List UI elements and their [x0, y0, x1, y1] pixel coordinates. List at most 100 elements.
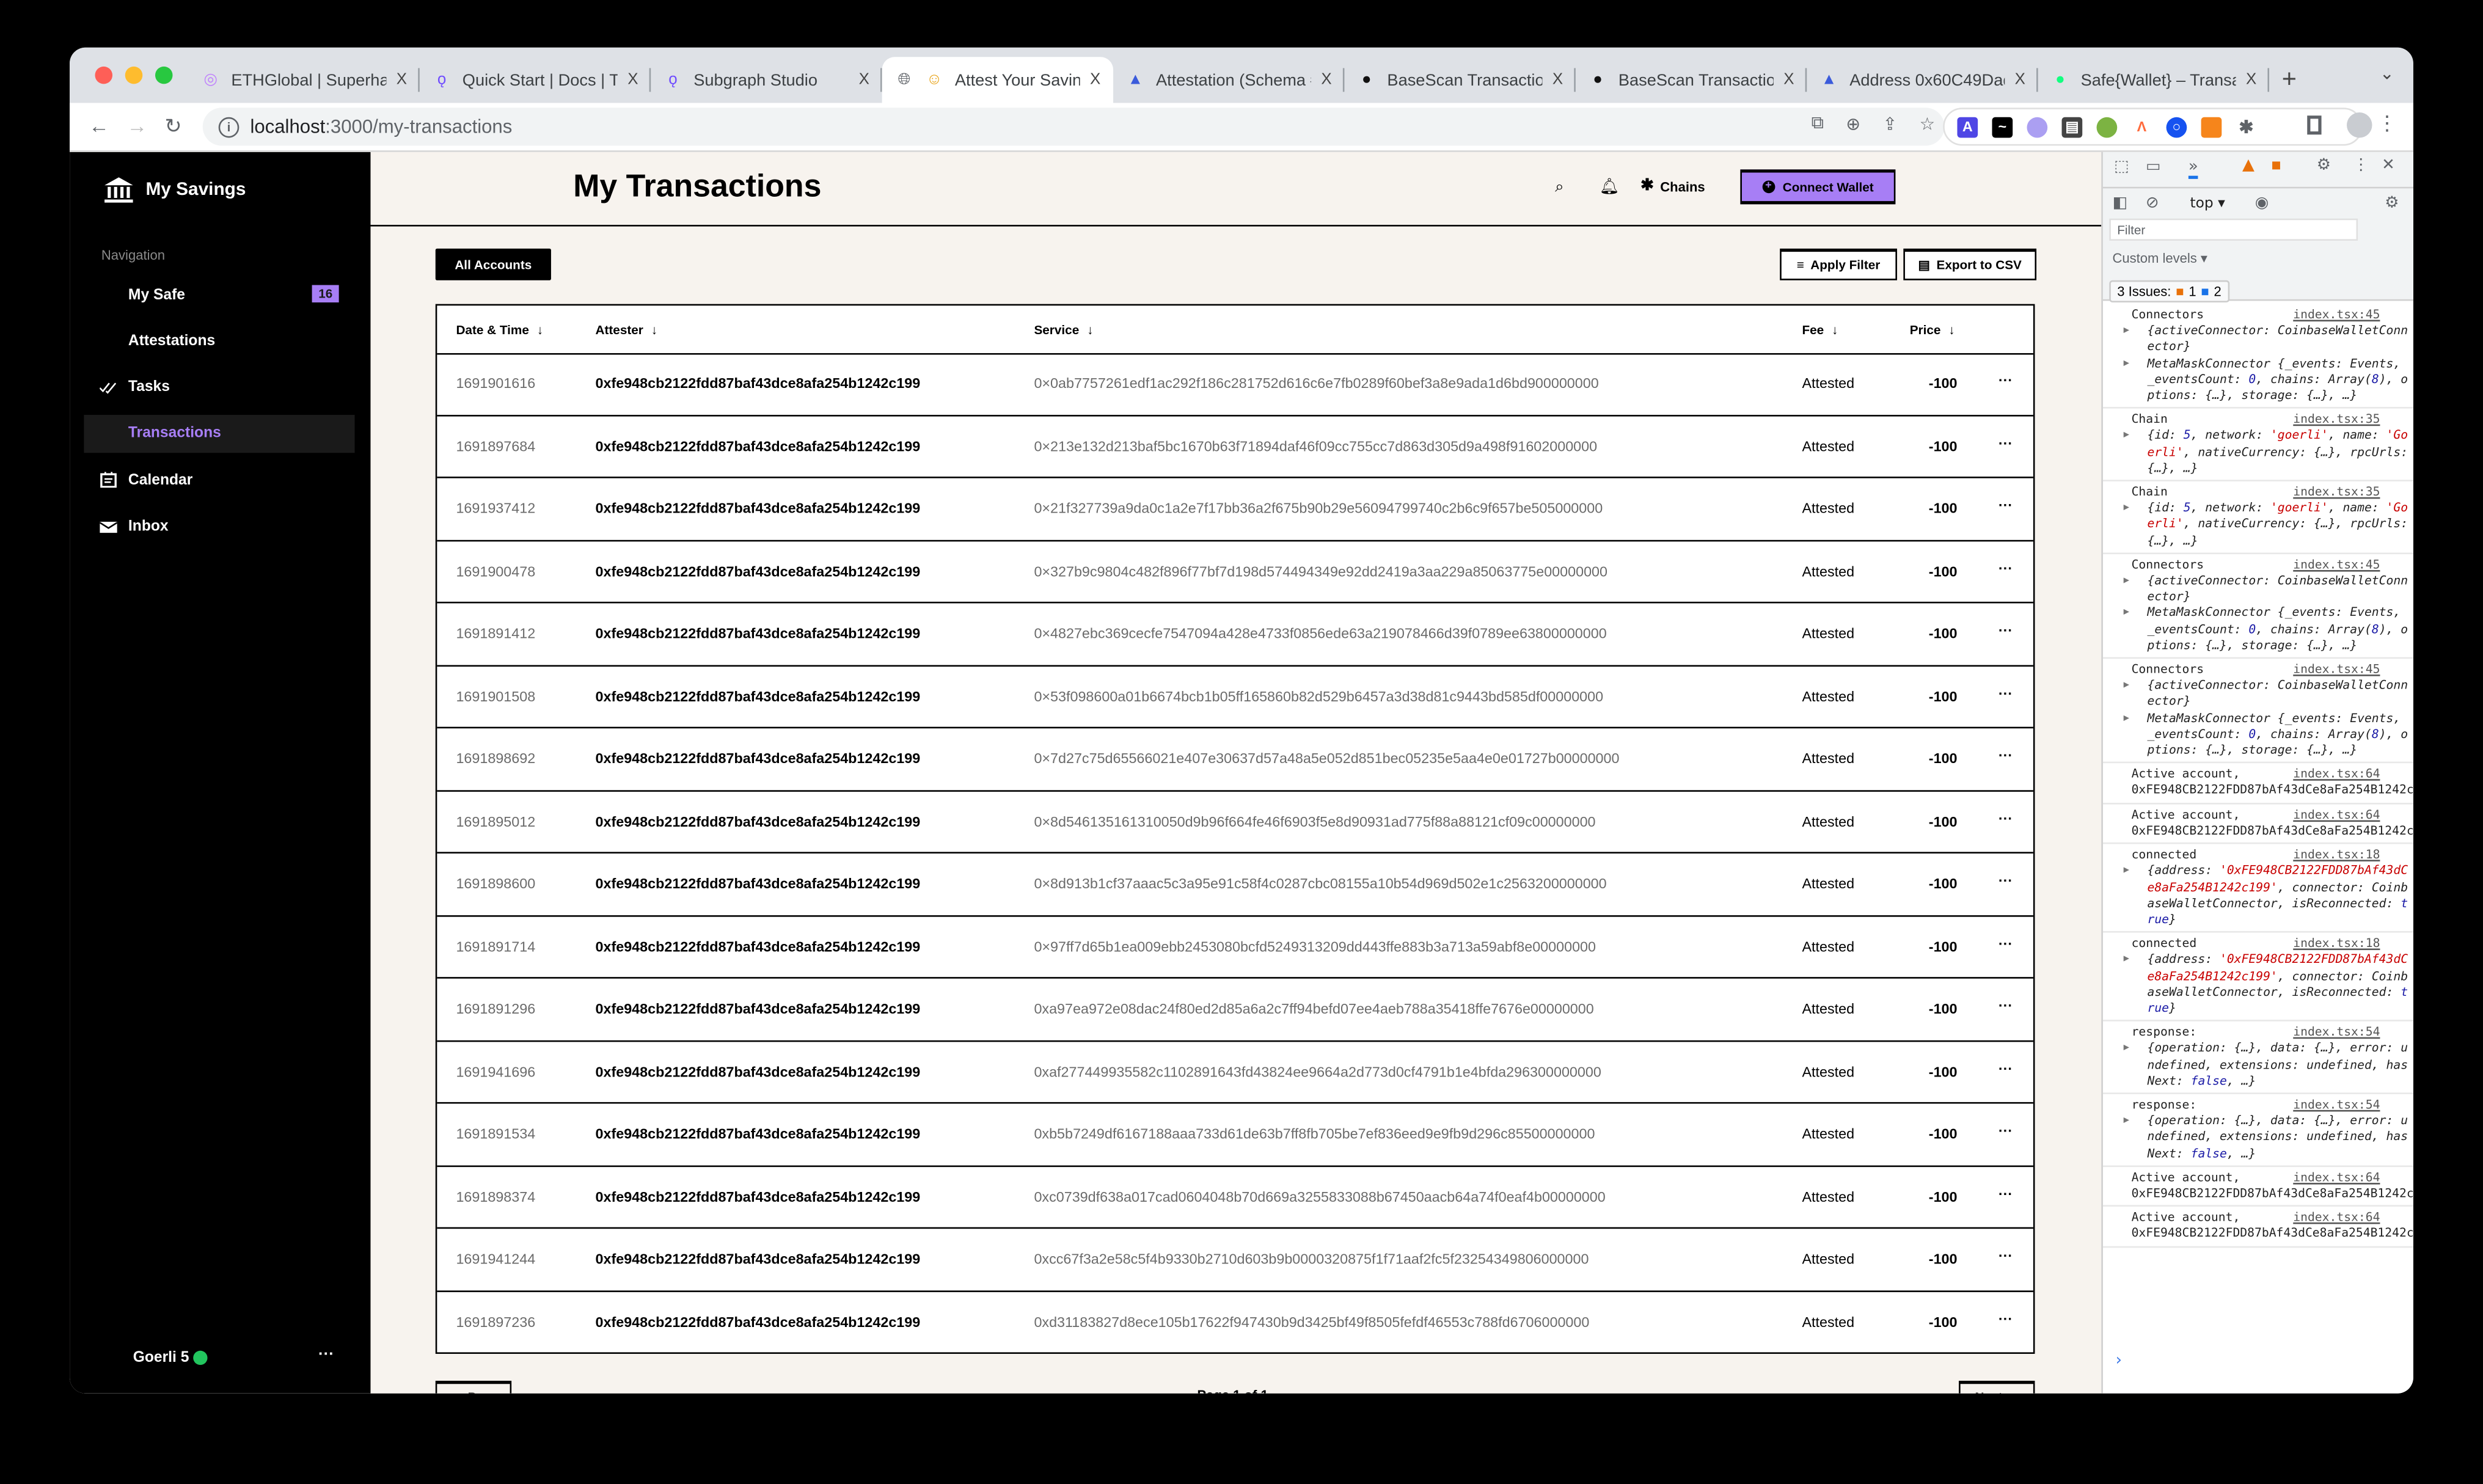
- table-row[interactable]: 1691941244 0xfe948cb2122fdd87baf43dce8afa…: [437, 1229, 2033, 1292]
- context-select[interactable]: top ▾: [2190, 196, 2225, 212]
- table-row[interactable]: 1691891296 0xfe948cb2122fdd87baf43dce8afa…: [437, 979, 2033, 1042]
- table-row[interactable]: 1691900478 0xfe948cb2122fdd87baf43dce8afa…: [437, 541, 2033, 604]
- column-header-date-time[interactable]: Date & Time ↓: [456, 323, 543, 337]
- device-toolbar-icon[interactable]: ▭: [2146, 158, 2161, 176]
- source-link[interactable]: index.tsx:54: [2293, 1025, 2380, 1040]
- tab-close-icon[interactable]: X: [2246, 71, 2256, 89]
- table-row[interactable]: 1691937412 0xfe948cb2122fdd87baf43dce8afa…: [437, 478, 2033, 541]
- console-object[interactable]: ▶ MetaMaskConnector {_events: Events, _ev…: [2124, 711, 2409, 759]
- sidebar-item-transactions[interactable]: Transactions: [84, 414, 355, 453]
- browser-tab[interactable]: ● BaseScan Transaction X: [1344, 57, 1576, 103]
- source-link[interactable]: index.tsx:35: [2293, 484, 2380, 500]
- source-link[interactable]: index.tsx:18: [2293, 847, 2380, 863]
- row-more-menu-button[interactable]: ···: [1998, 434, 2013, 450]
- table-row[interactable]: 1691901616 0xfe948cb2122fdd87baf43dce8afa…: [437, 353, 2033, 416]
- console-prompt[interactable]: ›: [2116, 1352, 2122, 1370]
- new-tab-button[interactable]: +: [2269, 57, 2309, 103]
- browser-tab[interactable]: ǫ Quick Start | Docs | The Graph X: [420, 57, 651, 103]
- tab-search-chevron-icon[interactable]: ⌄: [2380, 64, 2394, 84]
- table-row[interactable]: 1691897684 0xfe948cb2122fdd87baf43dce8afa…: [437, 415, 2033, 478]
- expand-triangle-icon[interactable]: ▶: [2124, 863, 2129, 879]
- console-object[interactable]: ▶ MetaMaskConnector {_events: Events, _ev…: [2124, 356, 2409, 404]
- open-in-app-icon[interactable]: ⧉: [1812, 114, 1824, 135]
- source-link[interactable]: index.tsx:45: [2293, 307, 2380, 323]
- table-row[interactable]: 1691941696 0xfe948cb2122fdd87baf43dce8afa…: [437, 1041, 2033, 1104]
- reader-icon[interactable]: ▤: [2061, 116, 2083, 137]
- row-more-menu-button[interactable]: ···: [1998, 1060, 2013, 1076]
- row-more-menu-button[interactable]: ···: [1998, 998, 2013, 1014]
- tab-close-icon[interactable]: X: [859, 71, 869, 89]
- expand-triangle-icon[interactable]: ▶: [2124, 952, 2129, 968]
- column-header-fee[interactable]: Fee ↓: [1802, 323, 1838, 337]
- console-object[interactable]: ▶ {activeConnector: CoinbaseWalletConnect…: [2124, 573, 2409, 605]
- network-status[interactable]: Goerli 5: [133, 1349, 208, 1367]
- export-csv-button[interactable]: ▤ Export to CSV: [1903, 248, 2037, 280]
- row-more-menu-button[interactable]: ···: [1998, 935, 2013, 951]
- console-object[interactable]: ▶ {address: '0xFE948CB2122FDD87bAf43dCe8a…: [2124, 952, 2409, 1017]
- console-object[interactable]: ▶ MetaMaskConnector {_events: Events, _ev…: [2124, 605, 2409, 654]
- source-link[interactable]: index.tsx:64: [2293, 1210, 2380, 1226]
- sidebar-item-attestations[interactable]: Attestations: [84, 322, 354, 360]
- row-more-menu-button[interactable]: ···: [1998, 623, 2013, 638]
- browser-tab[interactable]: ▲ Attestation (Schema # X: [1113, 57, 1345, 103]
- row-more-menu-button[interactable]: ···: [1998, 372, 2013, 388]
- browser-tab[interactable]: ● Safe{Wallet} – Transactions X: [2038, 57, 2270, 103]
- table-row[interactable]: 1691898600 0xfe948cb2122fdd87baf43dce8afa…: [437, 853, 2033, 916]
- table-row[interactable]: 1691895012 0xfe948cb2122fdd87baf43dce8afa…: [437, 791, 2033, 853]
- minimize-window-button[interactable]: [125, 66, 143, 84]
- sidebar-item-my-safe[interactable]: My Safe 16: [84, 276, 354, 313]
- source-link[interactable]: index.tsx:18: [2293, 936, 2380, 952]
- next-page-button[interactable]: Next →: [1959, 1381, 2035, 1394]
- issue-icon[interactable]: ▪: [2271, 157, 2282, 175]
- source-link[interactable]: index.tsx:64: [2293, 1170, 2380, 1186]
- tab-close-icon[interactable]: X: [1090, 71, 1100, 89]
- expand-triangle-icon[interactable]: ▶: [2124, 711, 2129, 726]
- source-link[interactable]: index.tsx:54: [2293, 1097, 2380, 1113]
- kiwi-icon[interactable]: [2096, 116, 2118, 137]
- bell-icon[interactable]: 🔔︎: [1600, 179, 1620, 197]
- extension-a-icon[interactable]: A: [1957, 116, 1978, 137]
- console-settings-icon[interactable]: ⚙: [2385, 195, 2399, 213]
- sidebar-more-button[interactable]: ···: [318, 1346, 334, 1364]
- devtools-menu-icon[interactable]: ⋮: [2353, 157, 2369, 175]
- browser-tab[interactable]: ● BaseScan Transaction X: [1576, 57, 1807, 103]
- connect-wallet-button[interactable]: + Connect Wallet: [1740, 169, 1896, 205]
- back-arrow-icon[interactable]: ←: [89, 114, 109, 138]
- prev-page-button[interactable]: ← Prev: [435, 1381, 512, 1394]
- warning-icon[interactable]: ▲: [2242, 157, 2254, 175]
- clear-console-icon[interactable]: ⊘: [2146, 195, 2159, 213]
- all-accounts-button[interactable]: All Accounts: [435, 248, 551, 280]
- row-more-menu-button[interactable]: ···: [1998, 497, 2013, 513]
- site-info-icon[interactable]: i: [218, 116, 240, 137]
- extension-lambda-icon[interactable]: Λ: [2132, 116, 2152, 137]
- console-object[interactable]: ▶ {activeConnector: CoinbaseWalletConnect…: [2124, 323, 2409, 356]
- table-row[interactable]: 1691891714 0xfe948cb2122fdd87baf43dce8afa…: [437, 916, 2033, 979]
- table-row[interactable]: 1691901508 0xfe948cb2122fdd87baf43dce8afa…: [437, 666, 2033, 729]
- devtools-settings-icon[interactable]: ⚙: [2317, 157, 2331, 175]
- sidebar-item-tasks[interactable]: Tasks: [84, 368, 354, 406]
- sidebar-toggle-icon[interactable]: ◧: [2112, 195, 2127, 213]
- expand-triangle-icon[interactable]: ▶: [2124, 573, 2129, 589]
- tab-close-icon[interactable]: X: [1783, 71, 1794, 89]
- log-levels-dropdown[interactable]: Custom levels ▾: [2112, 250, 2207, 268]
- console-filter-input[interactable]: Filter: [2109, 218, 2358, 241]
- more-tabs-icon[interactable]: »: [2188, 158, 2198, 179]
- maximize-window-button[interactable]: [155, 66, 173, 84]
- console-object[interactable]: ▶ {operation: {…}, data: {…}, error: unde…: [2124, 1041, 2409, 1089]
- console-object[interactable]: ▶ {id: 5, network: 'goerli', name: 'Goerl…: [2124, 428, 2409, 477]
- table-row[interactable]: 1691898692 0xfe948cb2122fdd87baf43dce8afa…: [437, 728, 2033, 791]
- row-more-menu-button[interactable]: ···: [1998, 1248, 2013, 1263]
- address-bar[interactable]: i localhost:3000/my-transactions ⧉ ⊕ ⇪ ☆: [202, 108, 1945, 146]
- sort-arrow-icon[interactable]: ↓: [537, 323, 543, 337]
- row-more-menu-button[interactable]: ···: [1998, 872, 2013, 888]
- expand-triangle-icon[interactable]: ▶: [2124, 1041, 2129, 1057]
- bookmark-star-icon[interactable]: ☆: [1920, 114, 1936, 134]
- browser-tab[interactable]: 🌐︎ ☺ Attest Your Savings X: [882, 57, 1114, 103]
- expand-triangle-icon[interactable]: ▶: [2124, 428, 2129, 444]
- metamask-fox-icon[interactable]: [2201, 116, 2222, 137]
- tab-close-icon[interactable]: X: [627, 71, 638, 89]
- sort-arrow-icon[interactable]: ↓: [651, 323, 657, 337]
- expand-triangle-icon[interactable]: ▶: [2124, 323, 2129, 339]
- extensions-puzzle-icon[interactable]: ✱: [2236, 116, 2257, 137]
- close-window-button[interactable]: [95, 66, 113, 84]
